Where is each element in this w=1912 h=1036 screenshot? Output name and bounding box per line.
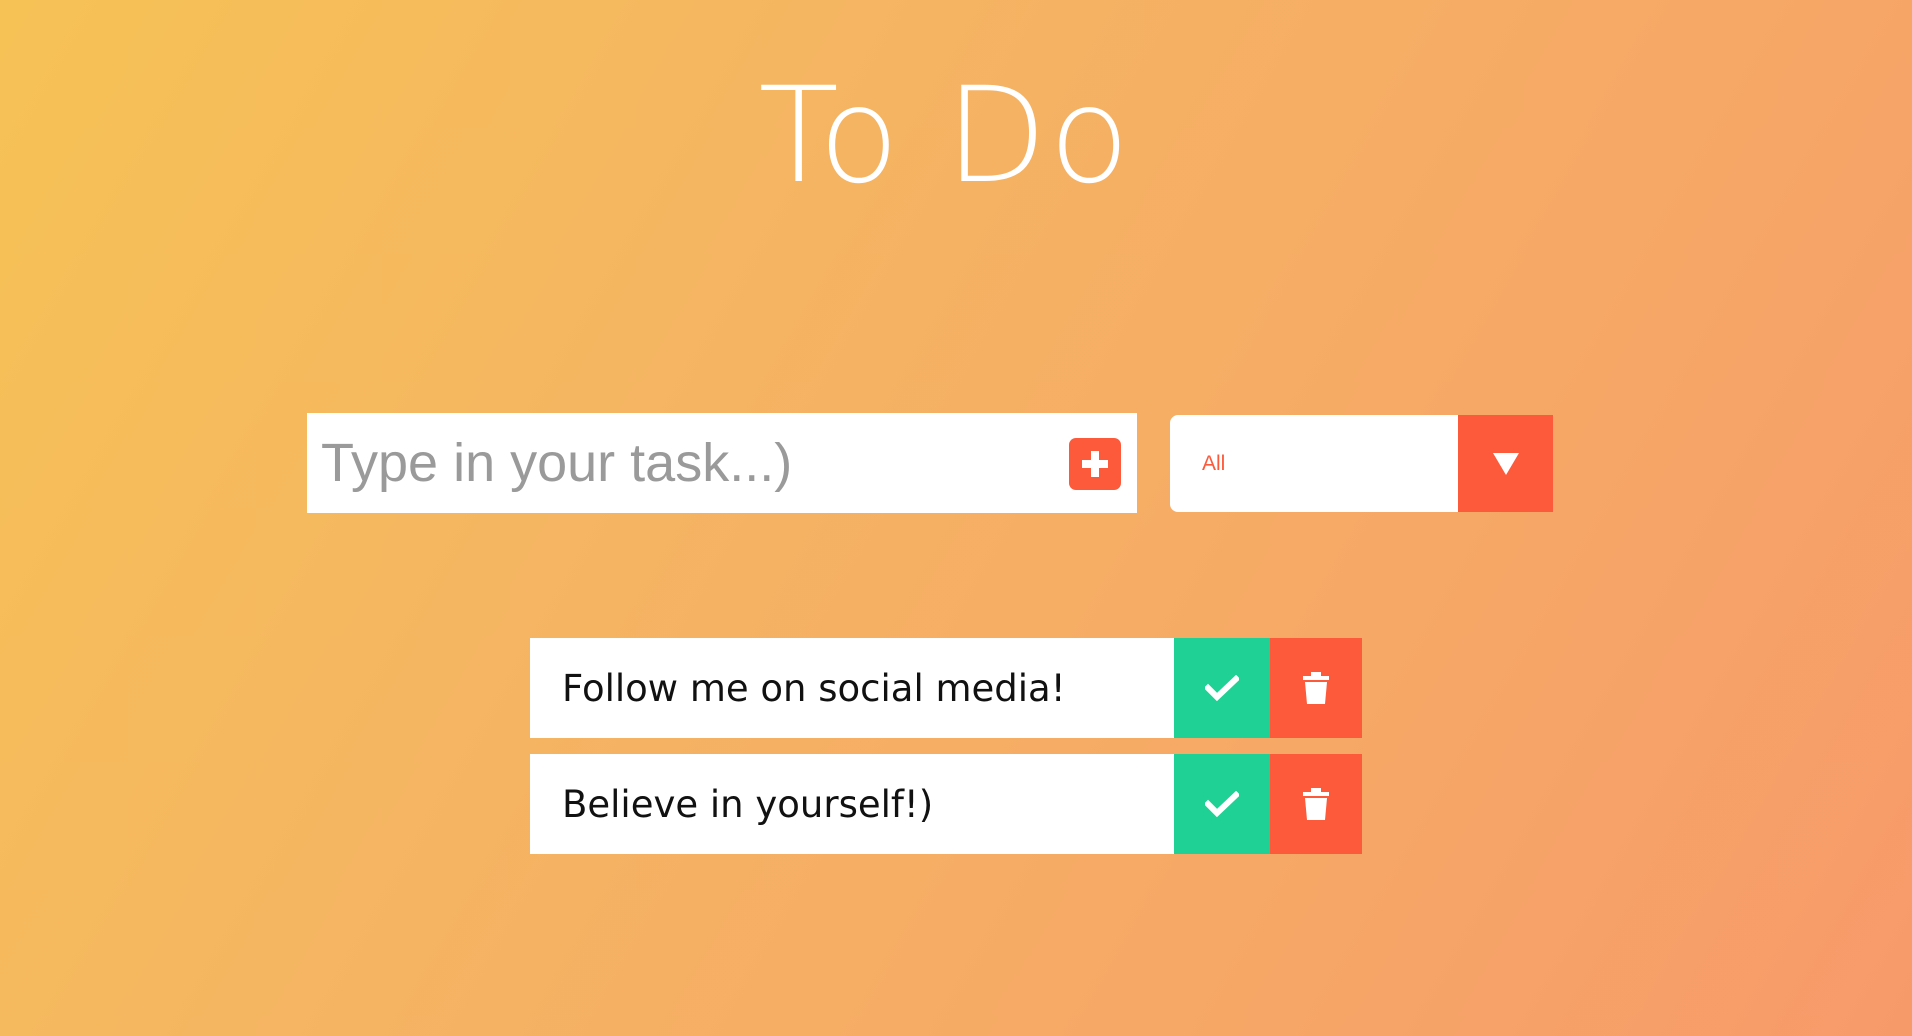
task-input[interactable] bbox=[307, 413, 1041, 513]
trash-icon bbox=[1303, 672, 1329, 704]
todo-item: Believe in yourself!) bbox=[530, 754, 1362, 854]
page-title: To Do bbox=[758, 59, 1132, 213]
plus-icon bbox=[1082, 451, 1108, 477]
trash-icon bbox=[1303, 788, 1329, 820]
todo-item: Follow me on social media! bbox=[530, 638, 1362, 738]
filter-dropdown-button[interactable] bbox=[1458, 415, 1553, 512]
triangle-down-icon bbox=[1492, 452, 1519, 475]
check-icon bbox=[1205, 791, 1239, 817]
complete-button[interactable] bbox=[1174, 638, 1270, 738]
task-input-container bbox=[307, 413, 1137, 513]
complete-button[interactable] bbox=[1174, 754, 1270, 854]
delete-button[interactable] bbox=[1270, 638, 1362, 738]
todo-item-text: Believe in yourself!) bbox=[530, 754, 1174, 854]
add-task-button[interactable] bbox=[1069, 438, 1121, 490]
todo-list: Follow me on social media! Believe in yo… bbox=[530, 638, 1362, 870]
todo-item-text: Follow me on social media! bbox=[530, 638, 1174, 738]
delete-button[interactable] bbox=[1270, 754, 1362, 854]
check-icon bbox=[1205, 675, 1239, 701]
